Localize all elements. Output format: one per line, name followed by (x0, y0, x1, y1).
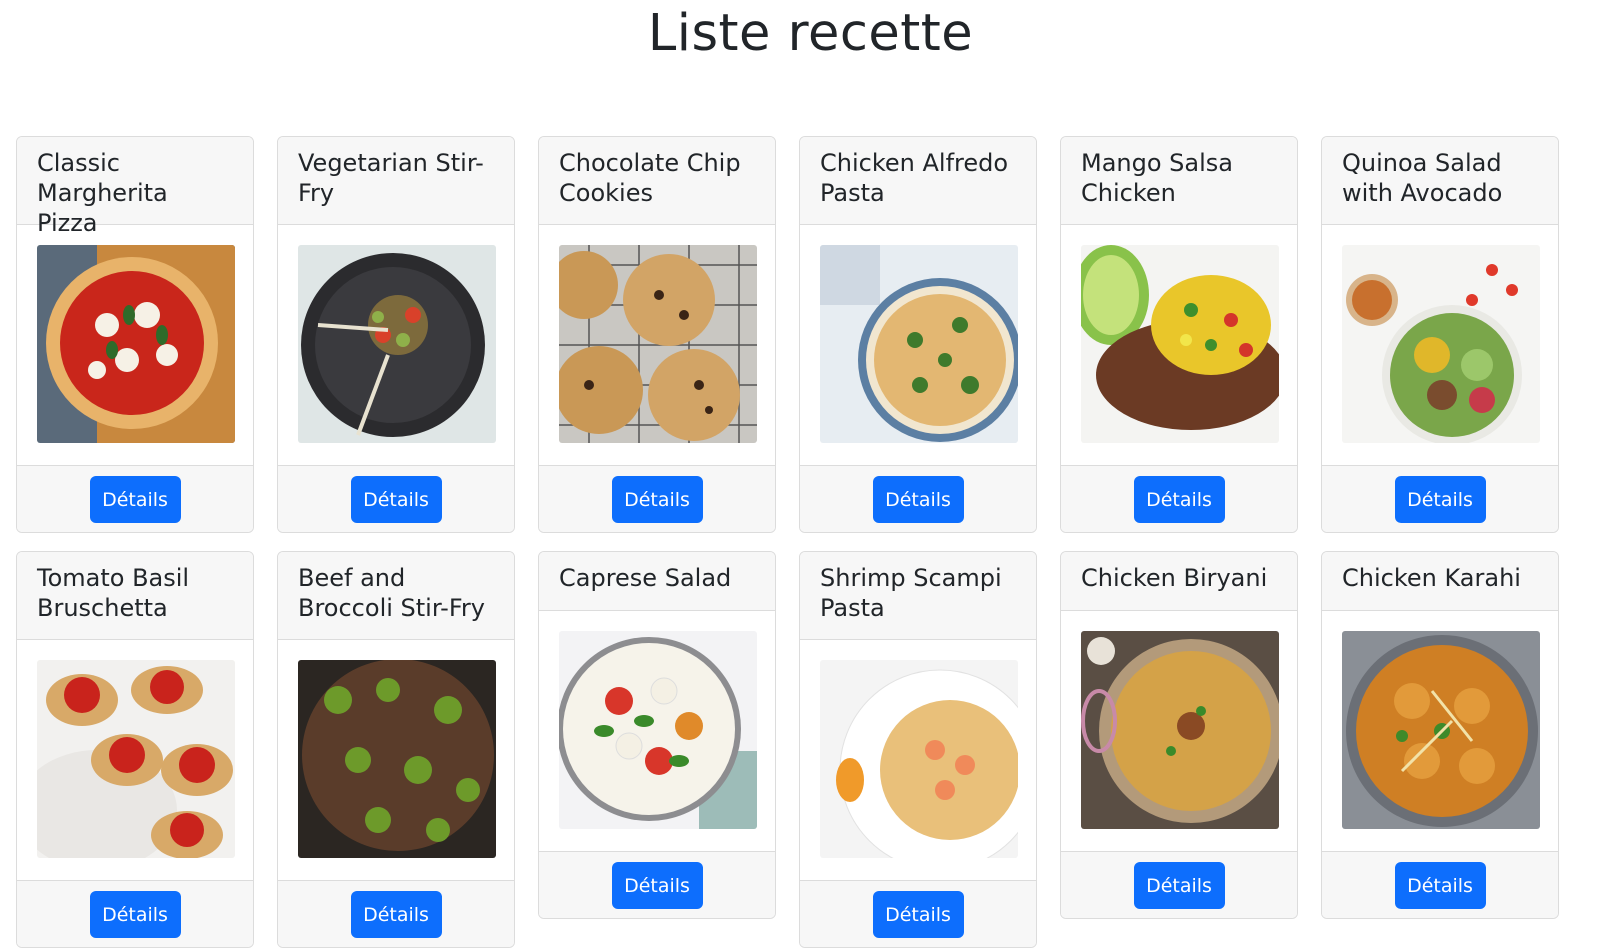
recipe-card-body (278, 640, 514, 880)
recipe-card-footer: Détails (539, 465, 775, 532)
recipe-card: Quinoa Salad with Avocado Détails (1321, 136, 1559, 533)
recipe-title: Vegetarian Stir-Fry (278, 137, 514, 225)
recipe-image (1342, 245, 1540, 443)
recipe-card-body (1061, 225, 1297, 465)
recipe-image (1342, 631, 1540, 829)
recipe-title: Quinoa Salad with Avocado (1322, 137, 1558, 225)
recipe-image (298, 245, 496, 443)
details-button[interactable]: Détails (611, 862, 703, 909)
recipe-image (298, 660, 496, 858)
recipe-title: Chocolate Chip Cookies (539, 137, 775, 225)
recipe-card: Shrimp Scampi Pasta Détails (799, 551, 1037, 948)
recipe-card: Classic Margherita Pizza Détails (16, 136, 254, 533)
recipe-card: Mango Salsa Chicken Détails (1060, 136, 1298, 533)
recipe-card: Beef and Broccoli Stir-Fry Détails (277, 551, 515, 948)
details-button[interactable]: Détails (872, 891, 964, 938)
details-button[interactable]: Détails (89, 476, 181, 523)
recipe-card-body (17, 640, 253, 880)
recipe-image (820, 660, 1018, 858)
details-button[interactable]: Détails (611, 476, 703, 523)
recipe-card-body (539, 225, 775, 465)
recipe-card: Chocolate Chip Cookies Détails (538, 136, 776, 533)
recipe-image (1081, 245, 1279, 443)
recipe-image (37, 245, 235, 443)
recipe-image (820, 245, 1018, 443)
recipe-grid: Classic Margherita Pizza Détails Vegetaria… (0, 0, 1621, 948)
recipe-card-body (800, 640, 1036, 880)
recipe-card-body (17, 225, 253, 465)
recipe-image (559, 245, 757, 443)
details-button[interactable]: Détails (1394, 862, 1486, 909)
recipe-card-footer: Détails (17, 465, 253, 532)
recipe-title: Mango Salsa Chicken (1061, 137, 1297, 225)
recipe-title: Classic Margherita Pizza (17, 137, 253, 237)
recipe-card-footer: Détails (800, 880, 1036, 947)
details-button[interactable]: Détails (89, 891, 181, 938)
details-button[interactable]: Détails (1133, 862, 1225, 909)
recipe-title: Chicken Biryani (1061, 552, 1297, 611)
recipe-card-body (1322, 225, 1558, 465)
recipe-title: Caprese Salad (539, 552, 775, 611)
recipe-title: Chicken Karahi (1322, 552, 1558, 611)
details-button[interactable]: Détails (1133, 476, 1225, 523)
details-button[interactable]: Détails (350, 891, 442, 938)
recipe-title: Beef and Broccoli Stir-Fry (278, 552, 514, 640)
recipe-card-body (539, 611, 775, 851)
recipe-card-footer: Détails (278, 465, 514, 532)
recipe-card-body (1322, 611, 1558, 851)
recipe-image (1081, 631, 1279, 829)
recipe-card-footer: Détails (17, 880, 253, 947)
recipe-card: Caprese Salad Détails (538, 551, 776, 919)
recipe-image (37, 660, 235, 858)
recipe-card-footer: Détails (800, 465, 1036, 532)
details-button[interactable]: Détails (1394, 476, 1486, 523)
recipe-card-body (1061, 611, 1297, 851)
recipe-image (559, 631, 757, 829)
recipe-card: Chicken Karahi Détails (1321, 551, 1559, 919)
recipe-card-footer: Détails (278, 880, 514, 947)
recipe-card: Vegetarian Stir-Fry Détails (277, 136, 515, 533)
details-button[interactable]: Détails (872, 476, 964, 523)
recipe-card-footer: Détails (1322, 465, 1558, 532)
details-button[interactable]: Détails (350, 476, 442, 523)
recipe-title: Chicken Alfredo Pasta (800, 137, 1036, 225)
recipe-card: Chicken Biryani Détails (1060, 551, 1298, 919)
recipe-card-footer: Détails (1061, 465, 1297, 532)
recipe-card: Tomato Basil Bruschetta Détails (16, 551, 254, 948)
recipe-title: Tomato Basil Bruschetta (17, 552, 253, 640)
recipe-card-body (800, 225, 1036, 465)
recipe-title: Shrimp Scampi Pasta (800, 552, 1036, 640)
recipe-card: Chicken Alfredo Pasta Détails (799, 136, 1037, 533)
recipe-card-body (278, 225, 514, 465)
